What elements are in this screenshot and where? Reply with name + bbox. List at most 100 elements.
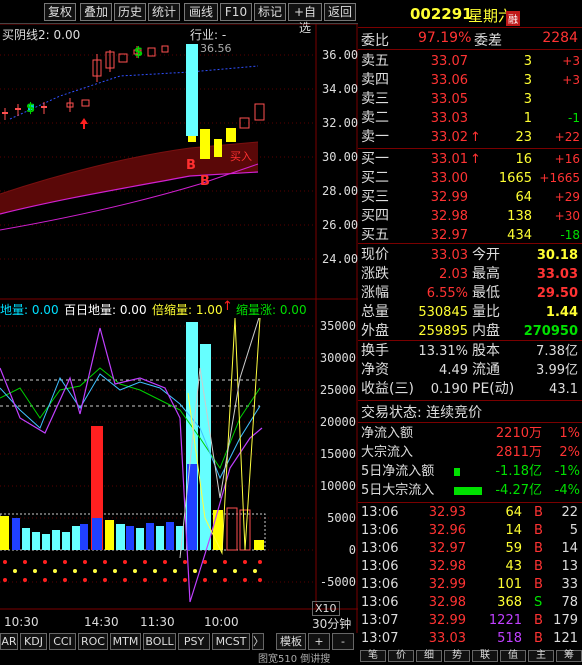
price-axis-tick: 32.00 (322, 116, 359, 130)
volume-axis-tick: 10000 (319, 479, 356, 493)
tick-price: 32.99 (428, 613, 466, 628)
book-price: 33.06 (430, 73, 468, 88)
side-tab[interactable]: 势 (444, 650, 470, 662)
flow-label: 净流入额 (361, 426, 414, 441)
book-level-label: 买二 (361, 170, 389, 186)
book-volume: 3 (523, 92, 532, 107)
price-axis-tick: 30.00 (322, 150, 359, 164)
tick-count: 78 (561, 595, 578, 610)
side-tab[interactable]: 筹 (556, 650, 582, 662)
volume-axis-tick: 25000 (319, 383, 356, 397)
volume-axis-tick: -5000 (319, 575, 356, 589)
indicator-label: 买阴线2: 0.00 (2, 28, 81, 42)
indicator-tab[interactable]: + (308, 633, 330, 650)
stats-value: 43.1 (549, 382, 578, 397)
tick-count: 14 (561, 541, 578, 556)
price-axis-tick: 26.00 (322, 218, 359, 232)
bid-row: 买二 33.00 1665 +1665 (358, 169, 582, 188)
book-level-label: 卖三 (361, 91, 389, 107)
flow-value: 2210万 (495, 426, 542, 441)
toolbar-button-3[interactable]: 统计 (148, 3, 180, 21)
buy-marker-1: B (186, 158, 196, 173)
side-tab[interactable]: 笔 (360, 650, 386, 662)
quote-value: 1.44 (545, 305, 578, 320)
tick-time: 13:06 (361, 595, 399, 610)
indicator-tab[interactable]: 模板 (276, 633, 306, 650)
time-axis-label: 10:30 (4, 615, 39, 629)
candles (2, 44, 265, 159)
book-level-label: 卖五 (361, 53, 389, 69)
tick-price: 33.03 (428, 631, 466, 646)
fund-flow-row: 5日净流入额 -1.18亿 -1% (358, 462, 582, 481)
tick-time: 13:07 (361, 631, 399, 646)
quote-label: 最低 (472, 285, 500, 301)
side-tab[interactable]: 联 (472, 650, 498, 662)
quote-value: 530845 (418, 305, 468, 320)
stats-label: 换手 (361, 343, 389, 359)
tick-side: B (534, 505, 543, 520)
flow-label: 5日大宗流入 (361, 483, 435, 498)
flow-pct: 1% (559, 426, 580, 441)
indicator-tab[interactable]: CCI (49, 633, 76, 650)
indicator-tab[interactable]: ROC (78, 633, 108, 650)
side-tab[interactable]: 值 (500, 650, 526, 662)
book-change: +16 (554, 152, 580, 166)
tick-count: 22 (561, 505, 578, 520)
ask-row: 卖一 33.02 ↑ 23 +22 (358, 128, 582, 147)
indicator-tab[interactable]: PSY (178, 633, 210, 650)
fund-flow-row: 5日大宗流入 -4.27亿 -4% (358, 481, 582, 500)
indicator-tab[interactable]: KDJ (20, 633, 47, 650)
tick-side: B (534, 577, 543, 592)
buy-marker-2: B (200, 174, 210, 189)
indicator-tab[interactable]: MCST (212, 633, 250, 650)
toolbar-button-2[interactable]: 历史 (114, 3, 146, 21)
tick-volume: 14 (505, 523, 522, 538)
indicator-tab[interactable]: AR (0, 633, 18, 650)
book-change: -1 (568, 111, 580, 125)
chart-toolbar: 复权 叠加 历史 统计 画线 F10 标记 +自选 返回 (0, 0, 358, 35)
indicator-tab[interactable]: BOLL (143, 633, 176, 650)
trade-state-text: 交易状态: 连续竞价 (361, 405, 483, 421)
quote-row: 涨跌 2.03 最高 33.03 (358, 265, 582, 284)
toolbar-button-1[interactable]: 叠加 (80, 3, 112, 21)
book-volume: 64 (515, 190, 532, 205)
tick-row: 13:06 32.96 14 B 5 (358, 522, 582, 540)
toolbar-button-4[interactable]: 画线 (184, 3, 218, 21)
tick-price: 32.99 (428, 577, 466, 592)
toolbar-button-0[interactable]: 复权 (44, 3, 76, 21)
toolbar-button-5[interactable]: F10 (220, 3, 252, 21)
tick-count: 33 (561, 577, 578, 592)
book-volume: 3 (523, 73, 532, 88)
toolbar-button-6[interactable]: 标记 (254, 3, 286, 21)
stats-label: 净资 (361, 362, 389, 378)
book-price: 32.99 (430, 190, 468, 205)
quote-label: 量比 (472, 304, 500, 320)
tick-row: 13:06 32.98 43 B 13 (358, 558, 582, 576)
book-level-label: 卖二 (361, 110, 389, 126)
quote-label: 总量 (361, 304, 389, 320)
time-axis-label: 14:30 (84, 615, 119, 629)
ratio-value: 97.19% (418, 30, 472, 46)
toolbar-button-8[interactable]: 返回 (324, 3, 356, 21)
volume-axis-tick: 30000 (319, 351, 356, 365)
quote-label: 最高 (472, 266, 500, 282)
tick-count: 5 (569, 523, 578, 538)
side-tab[interactable]: 主 (528, 650, 554, 662)
tick-row: 13:07 33.03 518 B 121 (358, 630, 582, 648)
stats-label: PE(动) (472, 381, 515, 397)
tick-price: 32.98 (428, 595, 466, 610)
tick-row: 13:06 32.93 64 B 22 (358, 504, 582, 522)
side-tab[interactable]: 价 (388, 650, 414, 662)
price-axis-tick: 34.00 (322, 82, 359, 96)
indicator-tab[interactable]: 〉 (252, 633, 264, 650)
margin-badge: 融 (506, 11, 520, 26)
indicator-tab[interactable]: - (332, 633, 354, 650)
stats-label: 股本 (472, 343, 500, 359)
side-tab[interactable]: 细 (416, 650, 442, 662)
tick-time: 13:06 (361, 523, 399, 538)
stock-header: 002291 星期六 融 (358, 0, 582, 26)
toolbar-button-7[interactable]: +自选 (288, 3, 322, 35)
stats-value: 4.49 (439, 363, 468, 378)
indicator-tab[interactable]: MTM (110, 633, 141, 650)
book-volume: 138 (507, 209, 532, 224)
